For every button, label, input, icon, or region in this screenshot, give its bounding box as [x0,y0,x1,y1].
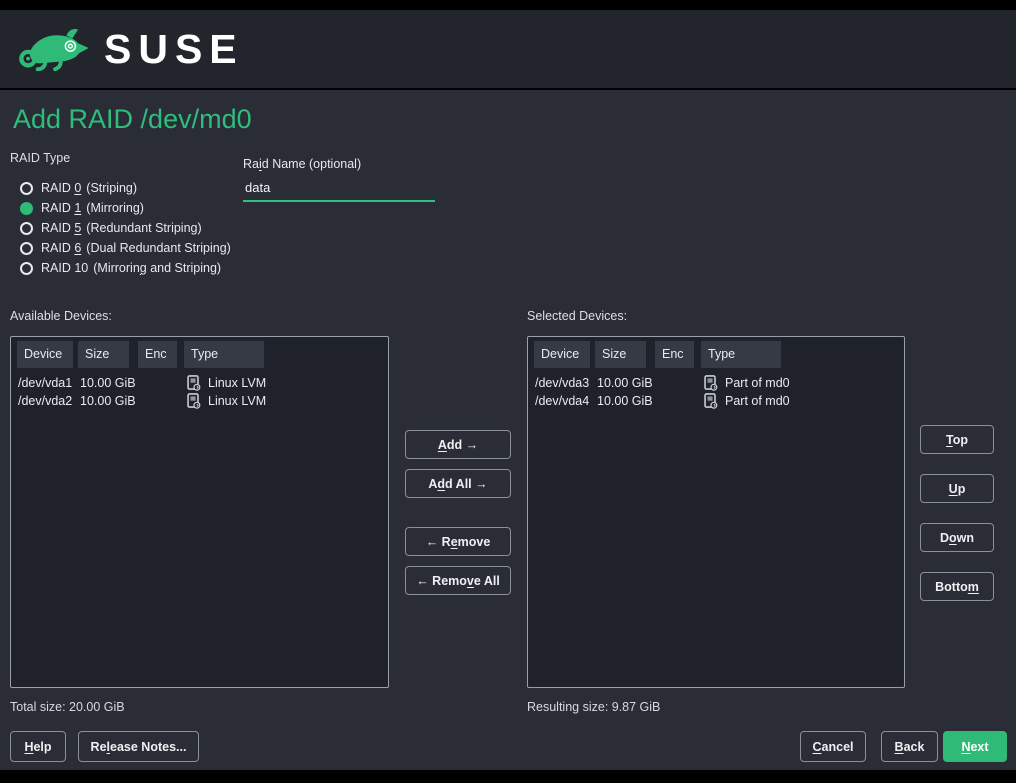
radio-label: RAID 5(Redundant Striping) [41,221,202,235]
cell-size: 10.00 GiB [80,374,136,392]
radio-raid1[interactable]: RAID 1(Mirroring) [20,200,144,216]
partition-icon [186,393,201,409]
bottom-button[interactable]: Bottom [920,572,994,601]
back-button[interactable]: Back [881,731,938,762]
cell-device: /dev/vda4 [535,392,589,410]
table-row[interactable]: /dev/vda3 10.00 GiB Part of md0 [528,374,904,392]
remove-button[interactable]: ← Remove [405,527,511,556]
raid-type-label: RAID Type [10,151,70,165]
selected-devices-table[interactable]: Device Size Enc Type /dev/vda3 10.00 GiB [527,336,905,688]
cell-size: 10.00 GiB [80,392,136,410]
raid-name-input[interactable] [243,178,435,202]
cell-device: /dev/vda2 [18,392,72,410]
brand-wordmark: SUSE [104,26,244,73]
top-button[interactable]: Top [920,425,994,454]
radio-raid10[interactable]: RAID 10(Mirroring and Striping) [20,260,221,276]
cell-type-label: Linux LVM [208,392,266,410]
help-button[interactable]: Help [10,731,66,762]
raid-name-label: Raid Name (optional) [243,157,361,171]
radio-icon [20,222,33,235]
radio-label: RAID 10(Mirroring and Striping) [41,261,221,275]
column-header-type: Type [701,341,781,368]
available-devices-table[interactable]: Device Size Enc Type /dev/vda1 10.00 GiB [10,336,389,688]
cell-device: /dev/vda3 [535,374,589,392]
partition-icon [703,375,718,391]
table-row[interactable]: /dev/vda4 10.00 GiB Part of md0 [528,392,904,410]
radio-icon [20,182,33,195]
installer-window: SUSE Add RAID /dev/md0 RAID Type RAID 0(… [0,0,1016,783]
column-header-device: Device [17,341,73,368]
header-bar: SUSE [0,10,1016,88]
page-title: Add RAID /dev/md0 [13,104,252,135]
release-notes-button[interactable]: Release Notes... [78,731,199,762]
radio-raid6[interactable]: RAID 6(Dual Redundant Striping) [20,240,231,256]
cell-type: Part of md0 [703,374,790,392]
radio-icon [20,202,33,215]
cell-type-label: Linux LVM [208,374,266,392]
column-header-size: Size [595,341,646,368]
cell-type: Linux LVM [186,374,266,392]
radio-icon [20,242,33,255]
suse-chameleon-logo-icon [16,24,94,74]
table-row[interactable]: /dev/vda2 10.00 GiB Linux LVM [11,392,388,410]
column-header-size: Size [78,341,129,368]
radio-icon [20,262,33,275]
resulting-size-text: Resulting size: 9.87 GiB [527,700,660,714]
add-all-button[interactable]: Add All → [405,469,511,498]
available-devices-label: Available Devices: [10,309,112,323]
add-button[interactable]: Add → [405,430,511,459]
table-row[interactable]: /dev/vda1 10.00 GiB Linux LVM [11,374,388,392]
radio-raid5[interactable]: RAID 5(Redundant Striping) [20,220,202,236]
radio-raid0[interactable]: RAID 0(Striping) [20,180,137,196]
cancel-button[interactable]: Cancel [800,731,866,762]
partition-icon [703,393,718,409]
up-button[interactable]: Up [920,474,994,503]
cell-type: Part of md0 [703,392,790,410]
next-button[interactable]: Next [943,731,1007,762]
selected-devices-label: Selected Devices: [527,309,627,323]
content-area: Add RAID /dev/md0 RAID Type RAID 0(Strip… [0,90,1016,770]
down-button[interactable]: Down [920,523,994,552]
cell-type-label: Part of md0 [725,374,790,392]
column-header-device: Device [534,341,590,368]
column-header-enc: Enc [138,341,177,368]
radio-label: RAID 6(Dual Redundant Striping) [41,241,231,255]
cell-device: /dev/vda1 [18,374,72,392]
column-header-enc: Enc [655,341,694,368]
cell-size: 10.00 GiB [597,392,653,410]
partition-icon [186,375,201,391]
radio-label: RAID 1(Mirroring) [41,201,144,215]
remove-all-button[interactable]: ← Remove All [405,566,511,595]
total-size-text: Total size: 20.00 GiB [10,700,125,714]
cell-type-label: Part of md0 [725,392,790,410]
cell-size: 10.00 GiB [597,374,653,392]
column-header-type: Type [184,341,264,368]
cell-type: Linux LVM [186,392,266,410]
radio-label: RAID 0(Striping) [41,181,137,195]
